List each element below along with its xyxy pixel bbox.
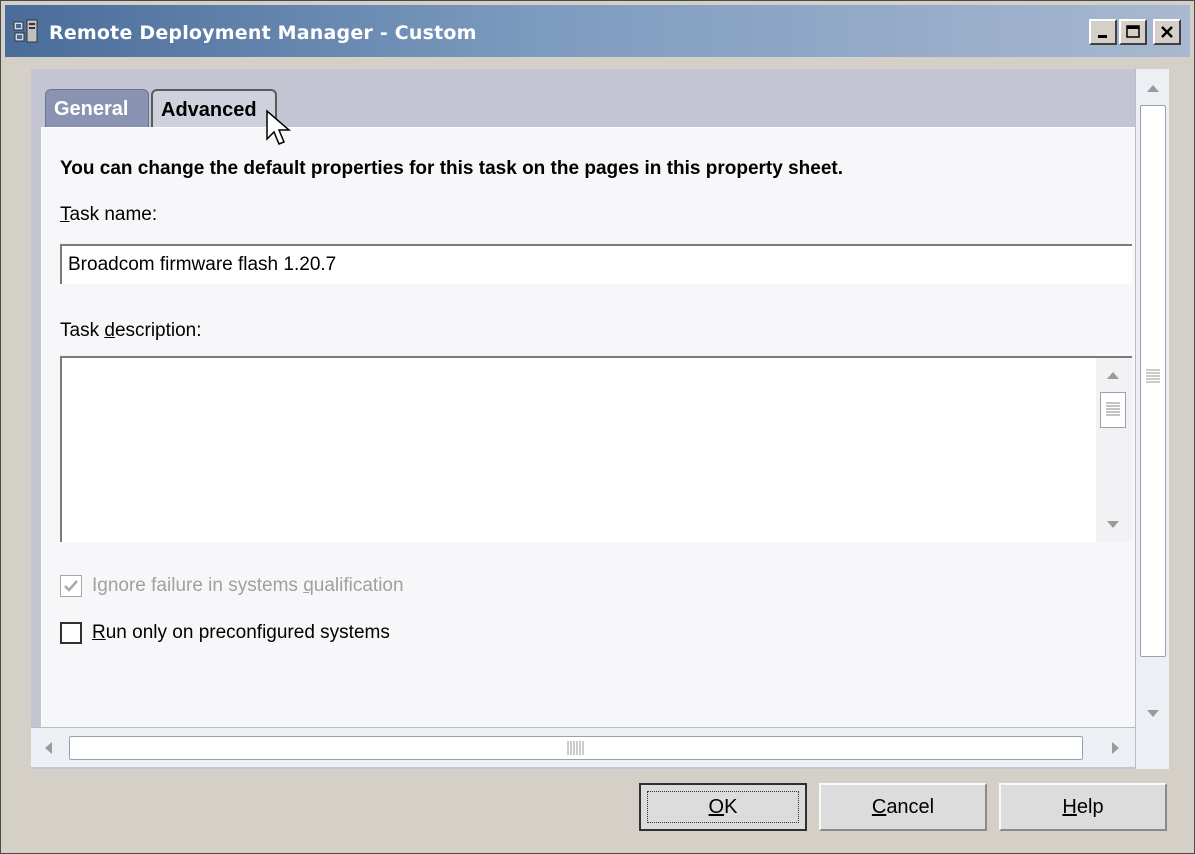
- checkmark-icon: [64, 580, 78, 592]
- vscroll-up-arrow-icon[interactable]: [1146, 83, 1160, 93]
- tab-general-label: General: [54, 98, 129, 120]
- task-description-textarea[interactable]: [60, 356, 1132, 542]
- hscroll-left-arrow-icon[interactable]: [43, 741, 53, 755]
- task-name-input[interactable]: Broadcom firmware flash 1.20.7: [60, 244, 1132, 284]
- close-icon: [1161, 26, 1173, 38]
- scroll-down-arrow-icon[interactable]: [1106, 520, 1120, 530]
- run-preconfigured-checkbox[interactable]: [60, 622, 82, 644]
- ignore-failure-label: Ignore failure in systems qualification: [92, 575, 404, 596]
- scroll-up-arrow-icon[interactable]: [1106, 370, 1120, 380]
- description-scrollbar[interactable]: [1096, 358, 1132, 542]
- hscroll-right-arrow-icon[interactable]: [1111, 741, 1121, 755]
- cancel-button[interactable]: Cancel: [819, 783, 987, 831]
- cancel-button-label: Cancel: [871, 795, 935, 818]
- description-scroll-thumb[interactable]: [1100, 392, 1126, 428]
- task-name-label: Task name:: [60, 204, 158, 225]
- property-sheet-viewport: General Advanced You can change the defa…: [31, 69, 1169, 769]
- sheet-description: You can change the default properties fo…: [60, 158, 844, 179]
- general-panel: You can change the default properties fo…: [41, 127, 1138, 752]
- horizontal-scrollbar[interactable]: [31, 727, 1135, 767]
- minimize-button[interactable]: [1089, 19, 1117, 45]
- grip-icon: [567, 741, 584, 755]
- ignore-failure-checkbox[interactable]: [60, 575, 82, 597]
- dialog-window: Remote Deployment Manager - Custom Gener…: [0, 0, 1195, 854]
- tab-advanced[interactable]: Advanced: [151, 89, 277, 129]
- maximize-button[interactable]: [1119, 19, 1147, 45]
- tab-advanced-label: Advanced: [161, 98, 257, 121]
- minimize-icon: [1098, 35, 1107, 38]
- focus-ring: [647, 791, 799, 823]
- close-button[interactable]: [1153, 19, 1181, 45]
- vscroll-down-arrow-icon[interactable]: [1146, 709, 1160, 719]
- help-button-label: Help: [1062, 795, 1104, 818]
- vertical-scroll-thumb[interactable]: [1140, 105, 1166, 657]
- title-bar[interactable]: Remote Deployment Manager - Custom: [5, 5, 1190, 57]
- horizontal-scroll-thumb[interactable]: [69, 736, 1083, 760]
- grip-icon: [1146, 369, 1160, 383]
- tab-general[interactable]: General: [45, 89, 149, 129]
- app-icon: [13, 19, 38, 43]
- maximize-icon: [1126, 25, 1140, 38]
- run-preconfigured-label: Run only on preconfigured systems: [92, 622, 390, 643]
- task-name-value: Broadcom firmware flash 1.20.7: [68, 254, 337, 275]
- grip-icon: [1106, 402, 1120, 416]
- task-description-label: Task description:: [60, 320, 202, 341]
- mouse-cursor-icon: [266, 109, 291, 145]
- ok-button[interactable]: OK: [639, 783, 807, 831]
- vertical-scrollbar[interactable]: [1135, 69, 1169, 769]
- dialog-client: General Advanced You can change the defa…: [5, 57, 1190, 851]
- window-title: Remote Deployment Manager - Custom: [49, 22, 477, 44]
- help-button[interactable]: Help: [999, 783, 1167, 831]
